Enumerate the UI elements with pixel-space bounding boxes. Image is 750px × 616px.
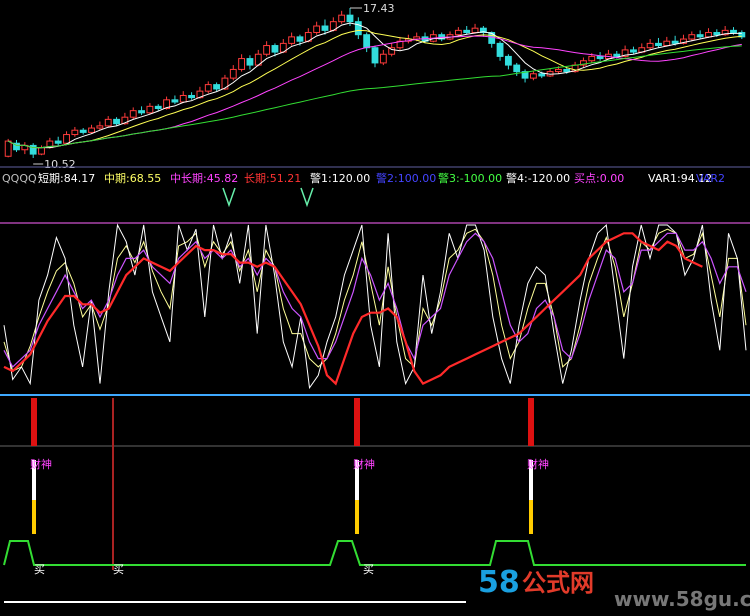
candle-body <box>630 49 637 53</box>
candle-body <box>138 110 145 114</box>
signal-bars: 财神 财神 财神 <box>30 398 549 570</box>
candle-body <box>296 36 304 42</box>
candle-body <box>246 58 254 66</box>
legend-item: 警2:100.00 <box>376 171 436 185</box>
candle-body <box>529 73 537 79</box>
buy-label: 买 <box>113 563 124 576</box>
candle-body <box>221 77 229 90</box>
candle-body <box>354 21 362 36</box>
candle-body <box>204 84 212 92</box>
signal-label: 财神 <box>353 457 375 471</box>
signal-bar-yellow <box>32 500 36 534</box>
buy-label: 买 <box>363 563 374 576</box>
candle-body <box>129 110 137 118</box>
candle-body <box>113 118 120 125</box>
candle-body <box>313 25 321 34</box>
legend-item: 中长期:45.82 <box>170 172 238 185</box>
signal-bar-top <box>354 398 360 446</box>
candle-body <box>54 140 62 144</box>
candle-body <box>104 118 112 127</box>
candle-body <box>79 129 87 133</box>
candle-body <box>263 45 271 55</box>
candle-body <box>338 14 346 23</box>
candle-body <box>463 29 471 34</box>
legend-item: QQQQ <box>2 172 37 185</box>
buy-step-line <box>3 540 746 566</box>
watermark-number: 58 <box>478 565 520 600</box>
signal-label: 财神 <box>527 457 549 471</box>
candle-body <box>271 45 279 53</box>
osc-var1-line <box>3 228 747 372</box>
candle-body <box>705 32 712 38</box>
candle-body <box>613 53 621 57</box>
candle-body <box>379 53 387 64</box>
candle-body <box>188 94 196 99</box>
candle-body <box>171 99 179 103</box>
candle-body <box>96 125 104 129</box>
candle-body <box>688 34 696 40</box>
stock-chart: 17.43 10.52 QQQQ 短期:84.17 中期:68.55 中长期:45.82 长… <box>0 0 750 616</box>
candle-body <box>288 36 296 44</box>
candle-body <box>671 40 679 44</box>
candle-body <box>663 40 671 47</box>
legend-item: 警3:-100.00 <box>438 171 502 185</box>
candle-body <box>596 55 604 60</box>
legend-item: 警4:-120.00 <box>506 171 570 185</box>
candle-body <box>146 105 154 114</box>
candle-body <box>496 42 504 57</box>
candle-body <box>513 64 521 73</box>
warning-mark <box>222 187 236 208</box>
legend-item: 买点:0.00 <box>574 172 624 185</box>
legend-item: 长期:51.21 <box>244 172 301 185</box>
candle-body <box>563 68 571 73</box>
candle-body <box>554 68 562 73</box>
candle-body <box>71 129 79 136</box>
watermark-url: www.58gu.com <box>614 587 750 611</box>
candle-body <box>655 42 662 47</box>
candle-body <box>713 32 721 36</box>
osc-long-line <box>3 232 703 386</box>
candle-body <box>471 27 479 34</box>
signal-bar-yellow <box>529 500 533 534</box>
ma-line-5 <box>7 22 742 149</box>
chart-canvas: 17.43 10.52 QQQQ 短期:84.17 中期:68.55 中长期:45.82 长… <box>0 2 750 611</box>
candle-body <box>4 140 12 157</box>
signal-bar-top <box>528 398 534 446</box>
candle-body <box>38 147 45 155</box>
legend-item: VAR2 <box>696 172 725 185</box>
candle-body <box>363 34 371 49</box>
candle-body <box>371 47 379 64</box>
legend-item: 中期:68.55 <box>104 172 161 185</box>
candle-body <box>346 14 354 23</box>
candle-body <box>229 68 237 79</box>
candle-body <box>321 25 329 31</box>
signal-bar-top <box>31 398 37 446</box>
candles <box>4 8 746 158</box>
legend-item: 短期:84.17 <box>38 171 95 185</box>
candle-body <box>538 73 546 77</box>
signal-bar-yellow <box>355 500 359 534</box>
candle-body <box>63 134 70 144</box>
signal-label: 财神 <box>30 457 52 471</box>
warning-mark <box>300 187 314 208</box>
low-label: 10.52 <box>44 158 76 171</box>
candle-body <box>454 29 462 36</box>
candle-body <box>88 127 95 133</box>
candle-body <box>588 55 596 62</box>
candle-body <box>696 34 704 38</box>
candle-body <box>730 29 737 34</box>
buy-label: 买 <box>34 563 45 576</box>
candle-body <box>238 58 246 70</box>
candle-body <box>179 94 187 103</box>
candle-body <box>646 42 654 49</box>
candle-body <box>504 55 512 66</box>
candle-body <box>154 105 162 110</box>
indicator-legend: QQQQ 短期:84.17 中期:68.55 中长期:45.82 长期:51.21 警1:… <box>2 171 725 185</box>
candle-body <box>213 84 221 90</box>
watermark-name: 公式网 <box>522 569 594 597</box>
high-label: 17.43 <box>363 2 395 15</box>
legend-item: 警1:120.00 <box>310 171 370 185</box>
